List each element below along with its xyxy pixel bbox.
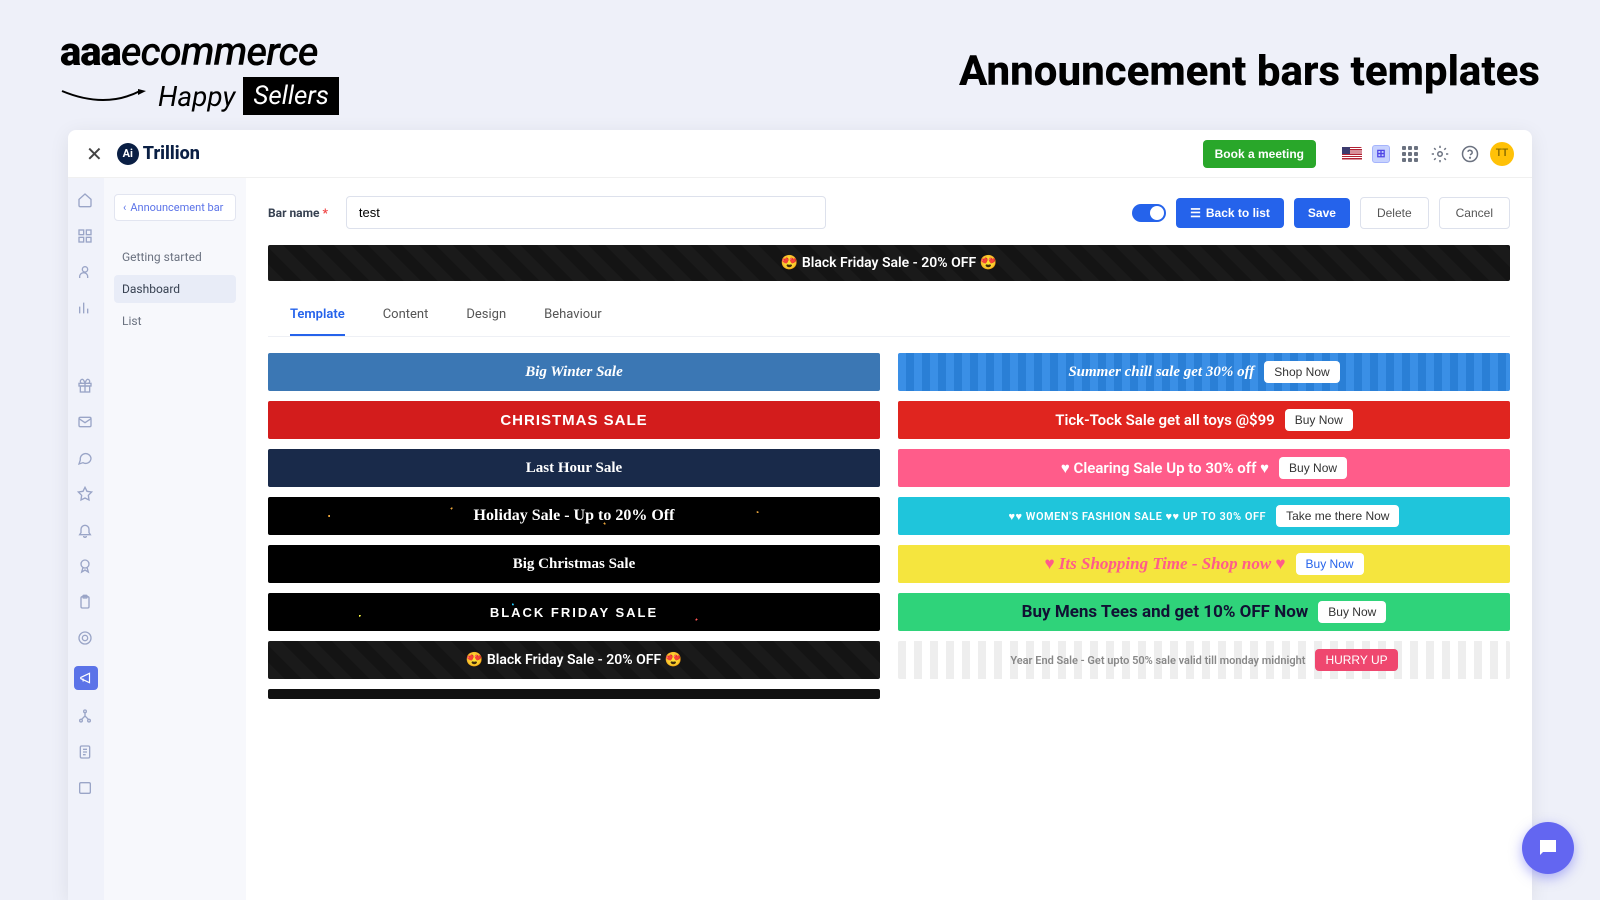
rail-gift-icon[interactable] [77,378,95,396]
live-preview-bar: 😍 Black Friday Sale - 20% OFF 😍 [268,245,1510,281]
rail-chat-icon[interactable] [77,450,95,468]
template-text: ♥♥ WOMEN'S FASHION SALE ♥♥ UP TO 30% OFF [1009,510,1267,523]
ai-badge: Ai [117,143,139,165]
app-name: Trillion [143,143,200,164]
sidebar-item-getting-started[interactable]: Getting started [114,243,236,271]
template-text: Year End Sale - Get upto 50% sale valid … [1010,654,1305,667]
tab-content[interactable]: Content [383,293,429,336]
tab-bar: Template Content Design Behaviour [268,293,1510,337]
template-card[interactable]: ♥♥ WOMEN'S FASHION SALE ♥♥ UP TO 30% OFF… [898,497,1510,535]
widget-icon[interactable]: ⊞ [1372,145,1390,163]
brand-aaa: aaa [60,28,121,75]
rail-tree-icon[interactable] [77,708,95,726]
template-text: Holiday Sale - Up to 20% Off [474,507,675,525]
page-title: Announcement bars templates [959,47,1540,96]
sidebar-item-dashboard[interactable]: Dashboard [114,275,236,303]
app-topbar: ✕ Ai Trillion Book a meeting ⊞ TT [68,130,1532,178]
template-cta-button[interactable]: Buy Now [1318,601,1386,623]
brand-logo: aaaecommerce Happy Sellers [60,28,339,115]
chat-bubble-button[interactable] [1522,822,1574,874]
avatar[interactable]: TT [1490,142,1514,166]
breadcrumb-label: Announcement bar [130,201,223,214]
flag-icon[interactable] [1342,147,1362,161]
template-card[interactable]: Buy Mens Tees and get 10% OFF Now Buy Now [898,593,1510,631]
template-text: ♥ Clearing Sale Up to 30% off ♥ [1061,459,1269,477]
rail-badge-icon[interactable] [77,558,95,576]
gear-icon[interactable] [1430,144,1450,164]
bar-name-label: Bar name * [268,206,328,220]
sub-sidebar: ‹ Announcement bar Getting started Dashbo… [104,178,246,900]
book-meeting-button[interactable]: Book a meeting [1203,140,1316,168]
template-card[interactable] [268,689,880,699]
rail-grid-icon[interactable] [77,228,95,246]
rail-bell-icon[interactable] [77,522,95,540]
template-card[interactable]: Summer chill sale get 30% off Shop Now [898,353,1510,391]
icon-rail [68,178,104,900]
rail-home-icon[interactable] [77,192,95,210]
template-card[interactable]: ♥ Clearing Sale Up to 30% off ♥ Buy Now [898,449,1510,487]
template-card[interactable]: Year End Sale - Get upto 50% sale valid … [898,641,1510,679]
brand-happy: Happy [158,80,235,113]
rail-user-icon[interactable] [77,264,95,282]
rail-target-icon[interactable] [77,630,95,648]
rail-star-icon[interactable] [77,486,95,504]
tab-design[interactable]: Design [466,293,506,336]
app-window: ✕ Ai Trillion Book a meeting ⊞ TT [68,130,1532,900]
rail-doc-icon[interactable] [77,744,95,762]
smile-icon [60,87,150,105]
template-text: Big Winter Sale [525,364,623,381]
apps-icon[interactable] [1400,144,1420,164]
template-card[interactable]: 😍 Black Friday Sale - 20% OFF 😍 [268,641,880,679]
save-button[interactable]: Save [1294,198,1350,228]
rail-box-icon[interactable] [77,780,95,798]
brand-ecom: ecommerce [121,28,318,75]
template-cta-button[interactable]: Buy Now [1296,553,1364,575]
template-cta-button[interactable]: Buy Now [1285,409,1353,431]
template-text: Big Christmas Sale [513,556,636,573]
main-panel: Bar name * ☰Back to list Save Delete Can… [246,178,1532,900]
rail-stats-icon[interactable] [77,300,95,318]
template-card[interactable]: Big Winter Sale [268,353,880,391]
template-card[interactable]: Tick-Tock Sale get all toys @$99 Buy Now [898,401,1510,439]
template-text: Summer chill sale get 30% off [1068,364,1254,381]
template-card[interactable]: BLACK FRIDAY SALE [268,593,880,631]
list-icon: ☰ [1190,206,1201,220]
template-cta-button[interactable]: Buy Now [1279,457,1347,479]
template-card[interactable]: Holiday Sale - Up to 20% Off [268,497,880,535]
delete-button[interactable]: Delete [1360,197,1429,229]
template-card[interactable]: Last Hour Sale [268,449,880,487]
template-text: Tick-Tock Sale get all toys @$99 [1055,411,1275,429]
template-text: ♥ Its Shopping Time - Shop now ♥ [1044,554,1285,574]
template-cta-button[interactable]: Take me there Now [1276,505,1399,527]
template-card[interactable]: CHRISTMAS SALE [268,401,880,439]
cancel-button[interactable]: Cancel [1439,197,1510,229]
tab-template[interactable]: Template [290,293,345,336]
back-to-list-button[interactable]: ☰Back to list [1176,198,1284,228]
chevron-left-icon: ‹ [123,201,126,214]
template-grid: Big Winter Sale CHRISTMAS SALE Last Hour S… [268,353,1510,699]
breadcrumb-back[interactable]: ‹ Announcement bar [114,194,236,221]
bar-name-input[interactable] [346,196,826,229]
rail-megaphone-icon[interactable] [74,666,98,690]
rail-mail-icon[interactable] [77,414,95,432]
template-card[interactable]: Big Christmas Sale [268,545,880,583]
template-cta-button[interactable]: Shop Now [1264,361,1339,383]
template-text: Last Hour Sale [526,460,622,477]
enable-toggle[interactable] [1132,204,1166,222]
tab-behaviour[interactable]: Behaviour [544,293,602,336]
template-text: Buy Mens Tees and get 10% OFF Now [1022,602,1309,622]
rail-clipboard-icon[interactable] [77,594,95,612]
template-cta-button[interactable]: HURRY UP [1315,649,1397,671]
template-text: BLACK FRIDAY SALE [490,605,658,620]
template-text: CHRISTMAS SALE [500,412,647,429]
template-text: 😍 Black Friday Sale - 20% OFF 😍 [466,652,682,668]
sidebar-item-list[interactable]: List [114,307,236,335]
template-card[interactable]: ♥ Its Shopping Time - Shop now ♥ Buy Now [898,545,1510,583]
app-logo[interactable]: Ai Trillion [117,143,200,165]
help-icon[interactable] [1460,144,1480,164]
brand-sellers: Sellers [243,77,339,115]
close-icon[interactable]: ✕ [86,142,103,166]
